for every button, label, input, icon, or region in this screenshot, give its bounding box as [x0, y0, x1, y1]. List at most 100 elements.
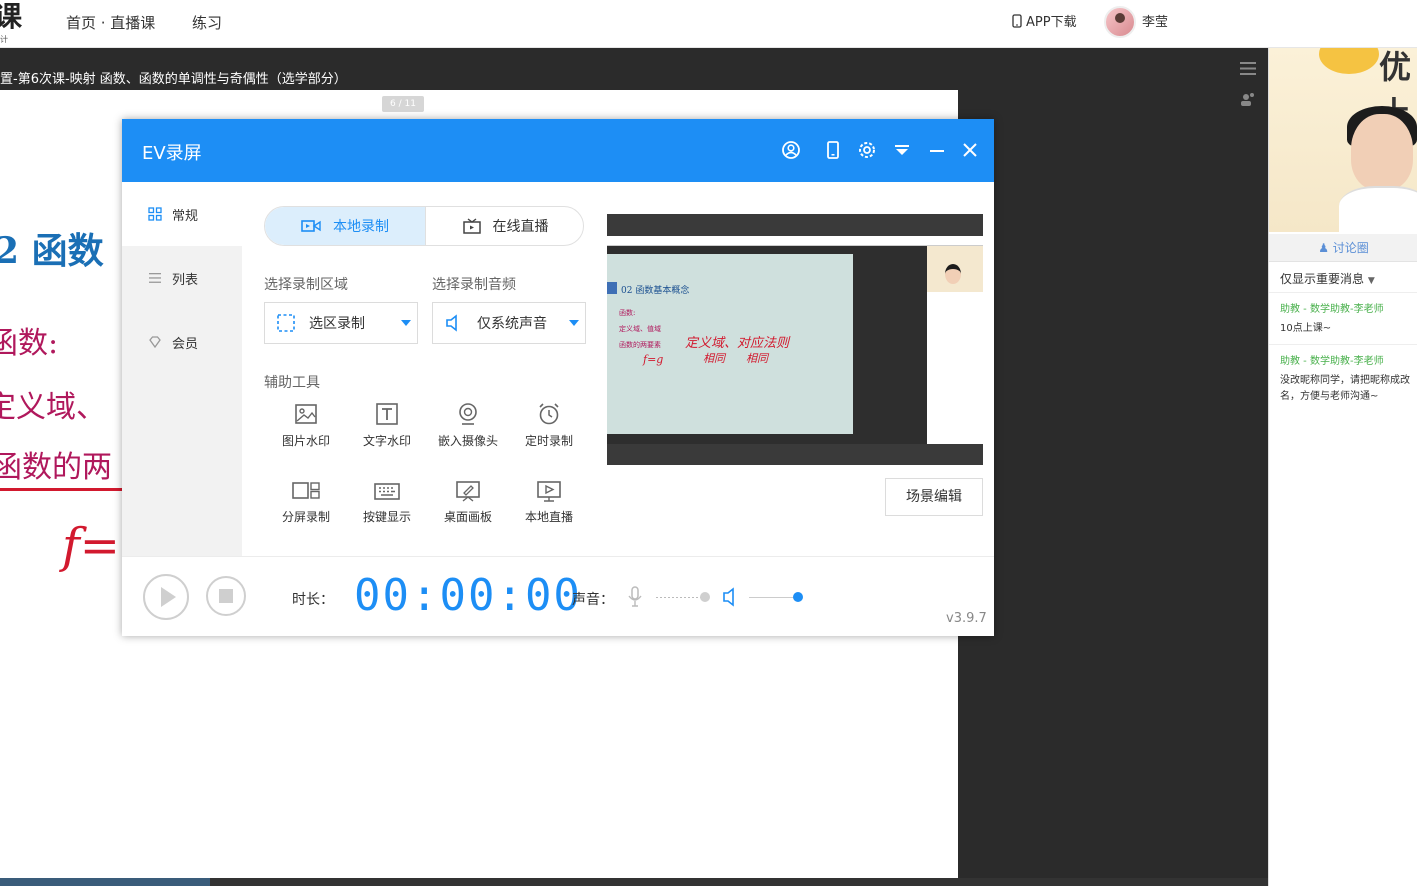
progress-bar[interactable]	[0, 878, 1417, 886]
stop-icon	[219, 589, 233, 603]
preview-title-bar	[607, 282, 617, 294]
user-name[interactable]: 李莹	[1142, 11, 1168, 30]
tab-online-live[interactable]: 在线直播	[425, 207, 583, 245]
key-display-button[interactable]: 按键显示	[347, 480, 427, 525]
chat-text: 10点上课~	[1280, 323, 1332, 334]
divider	[1269, 344, 1417, 345]
scene-edit-button[interactable]: 场景编辑	[885, 478, 983, 516]
slide-line-3: 函数的两	[0, 450, 112, 485]
site-logo[interactable]: 课 计 本	[0, 0, 30, 46]
preview-bullet-3: 函数的两要素	[619, 341, 661, 349]
tool-label: 按键显示	[362, 510, 411, 524]
player-toolbar	[1240, 62, 1262, 122]
slide-header: 6 / 11	[0, 90, 958, 118]
ev-footer: 时长： 00:00:00 声音： v3.9.7	[122, 556, 994, 636]
slide-handwriting: f=	[62, 518, 120, 574]
chevron-down-icon: ▼	[1367, 276, 1375, 286]
tab-discussion[interactable]: ♟ 讨论圈	[1269, 234, 1417, 262]
mic-volume-slider[interactable]	[656, 592, 710, 602]
chat-sender: 助教 - 数学助教-李老师	[1280, 304, 1384, 315]
record-area-select[interactable]: 选区录制	[264, 302, 418, 344]
tools-label: 辅助工具	[264, 375, 320, 391]
image-watermark-button[interactable]: 图片水印	[266, 402, 346, 449]
ev-titlebar[interactable]: EV录屏	[122, 119, 994, 182]
preview-topbar	[607, 236, 983, 246]
mic-volume-knob[interactable]	[700, 592, 710, 602]
minimize-icon[interactable]	[927, 140, 947, 160]
diamond-icon	[149, 336, 161, 349]
sidebar-item-member[interactable]: 会员	[122, 310, 242, 374]
slide-line-1: 函数:	[0, 326, 59, 361]
chevron-down-icon	[401, 320, 411, 326]
preview-slide: 02 函数基本概念 函数: 定义域、值域 函数的两要素 定义域、对应法则 相同 …	[607, 254, 853, 434]
teacher-video[interactable]: 优上	[1269, 48, 1417, 232]
desktop-board-button[interactable]: 桌面画板	[428, 480, 508, 525]
ev-recorder-window: EV录屏 常规 列表 会员 本地录制 在线直播 选择录制区域 选择录制音频 选区…	[122, 119, 994, 636]
tab-local-record-label: 本地录制	[333, 219, 389, 235]
preview-screen: 02 函数基本概念 函数: 定义域、值域 函数的两要素 定义域、对应法则 相同 …	[607, 236, 983, 444]
preview-teacher-video	[927, 246, 983, 292]
speaker-icon[interactable]	[722, 587, 738, 607]
area-label: 选择录制区域	[264, 277, 348, 293]
split-screen-icon	[292, 482, 320, 499]
keyboard-icon	[374, 483, 400, 500]
microphone-icon[interactable]	[628, 586, 642, 608]
system-volume-slider[interactable]	[749, 592, 803, 602]
preview-bullet-1: 函数:	[619, 309, 636, 317]
teacher-face	[1351, 114, 1413, 190]
close-icon[interactable]	[960, 140, 980, 160]
tool-label: 本地直播	[524, 510, 573, 524]
nav-practice[interactable]: 练习	[192, 12, 222, 33]
course-title: 置-第6次课-映射 函数、函数的单调性与奇偶性（选学部分）	[0, 72, 347, 87]
gear-icon[interactable]	[857, 140, 877, 160]
alarm-clock-icon	[539, 403, 559, 425]
tab-local-record[interactable]: 本地录制	[265, 207, 425, 245]
preview-slide-title: 02 函数基本概念	[621, 286, 690, 296]
text-watermark-button[interactable]: 文字水印	[347, 402, 427, 449]
slide-line-2: 定义域、	[0, 390, 106, 425]
split-screen-button[interactable]: 分屏录制	[266, 480, 346, 525]
duration-label: 时长：	[292, 592, 334, 608]
nav-home-live[interactable]: 首页 · 直播课	[66, 12, 155, 33]
chevron-down-icon	[569, 320, 579, 326]
tool-label: 嵌入摄像头	[437, 434, 498, 448]
divider	[1269, 292, 1417, 293]
app-download-link[interactable]: APP下载	[1012, 11, 1077, 30]
record-preview[interactable]: 02 函数基本概念 函数: 定义域、值域 函数的两要素 定义域、对应法则 相同 …	[607, 214, 983, 465]
record-stop-button[interactable]	[206, 576, 246, 616]
speaker-icon	[446, 314, 457, 332]
slide-underline	[0, 488, 124, 491]
record-audio-select[interactable]: 仅系统声音	[432, 302, 586, 344]
users-icon: ♟	[1318, 241, 1329, 255]
bee-mascot	[1319, 48, 1379, 74]
sidebar-item-list[interactable]: 列表	[122, 246, 242, 310]
sidebar-item-general[interactable]: 常规	[122, 182, 242, 246]
important-filter[interactable]: 仅显示重要消息 ▼	[1280, 270, 1375, 287]
list-icon	[149, 273, 161, 283]
sidebar-item-label: 常规	[172, 208, 199, 224]
timed-record-button[interactable]: 定时录制	[509, 402, 589, 449]
system-volume-knob[interactable]	[793, 592, 803, 602]
video-camera-icon	[301, 220, 321, 232]
tool-label: 分屏录制	[281, 510, 330, 524]
tool-label: 定时录制	[524, 434, 573, 448]
collapse-icon[interactable]	[892, 140, 912, 160]
preview-handwriting-1: 定义域、对应法则	[685, 336, 790, 351]
user-avatar[interactable]	[1104, 6, 1136, 38]
app-version: v3.9.7	[946, 611, 987, 626]
record-start-button[interactable]	[143, 574, 189, 620]
top-nav: 课 计 本 首页 · 直播课 练习 APP下载 李莹	[0, 0, 1417, 48]
mobile-icon[interactable]	[823, 140, 843, 160]
chat-text: 没改昵称同学，请把昵称成改名，方便与老师沟通~	[1280, 375, 1410, 402]
preview-handwriting-2: 相同 相同	[703, 352, 768, 365]
text-icon	[376, 403, 398, 425]
users-icon[interactable]	[1240, 92, 1258, 106]
embed-camera-button[interactable]: 嵌入摄像头	[428, 402, 508, 449]
tool-label: 图片水印	[281, 434, 330, 448]
live-panel: 优上 ♟ 讨论圈 仅显示重要消息 ▼ 助教 - 数学助教-李老师 10点上课~ …	[1268, 48, 1417, 886]
image-icon	[295, 404, 317, 424]
local-live-button[interactable]: 本地直播	[509, 480, 589, 525]
whiteboard-icon	[456, 481, 480, 502]
account-icon[interactable]	[781, 140, 801, 160]
menu-icon[interactable]	[1240, 62, 1258, 76]
